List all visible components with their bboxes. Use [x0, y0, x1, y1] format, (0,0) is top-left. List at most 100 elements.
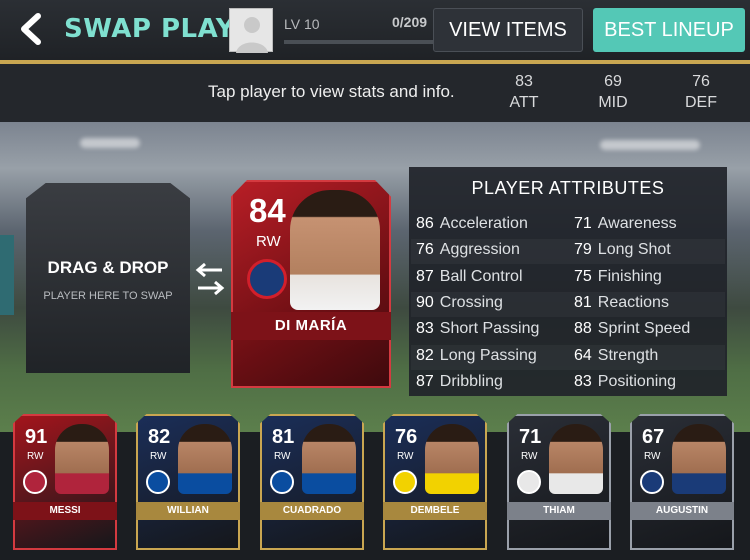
club-crest-icon	[247, 259, 287, 299]
attribute-value: 75	[574, 267, 592, 285]
attribute-right: 79 Long Shot	[574, 241, 671, 259]
club-crest-icon	[640, 470, 664, 494]
attribute-left: 83 Short Passing	[416, 320, 539, 338]
attribute-label: Crossing	[439, 293, 503, 311]
player-portrait	[302, 424, 356, 494]
player-overall: 81	[272, 426, 295, 448]
stat-label: DEF	[685, 94, 717, 111]
attribute-value: 83	[574, 372, 592, 390]
player-position: RW	[256, 233, 281, 250]
attributes-title: PLAYER ATTRIBUTES	[471, 178, 665, 198]
attribute-value: 90	[416, 293, 434, 311]
player-portrait	[672, 424, 726, 494]
attribute-value: 64	[574, 346, 592, 364]
attribute-right: 75 Finishing	[574, 268, 662, 286]
xp-progress-bar	[284, 40, 434, 44]
attribute-label: Reactions	[597, 293, 669, 311]
stat-label: ATT	[509, 94, 539, 111]
player-position: RW	[397, 451, 414, 462]
player-position: RW	[274, 451, 291, 462]
attribute-left: 87 Dribbling	[416, 373, 503, 391]
player-portrait	[55, 424, 109, 494]
player-position: RW	[27, 451, 44, 462]
swap-arrows-icon	[195, 262, 225, 296]
player-name: DI MARÍA	[231, 312, 391, 340]
xp-count: 0/209	[392, 14, 428, 30]
attribute-left: 82 Long Passing	[416, 347, 537, 365]
attribute-label: Awareness	[597, 215, 677, 232]
player-portrait	[549, 424, 603, 494]
player-overall: 84	[249, 192, 286, 229]
attribute-value: 87	[416, 267, 434, 285]
attribute-left: 90 Crossing	[416, 294, 503, 312]
drop-slot-subtitle: PLAYER HERE TO SWAP	[43, 290, 173, 302]
attribute-value: 71	[574, 215, 592, 232]
stat-label: MID	[598, 94, 628, 111]
club-crest-icon	[517, 470, 541, 494]
attribute-value: 82	[416, 346, 434, 364]
team-stat-def: 76 DEF	[676, 71, 726, 113]
back-arrow-icon[interactable]	[14, 12, 48, 46]
attribute-value: 76	[416, 241, 434, 259]
side-panel-handle[interactable]	[0, 235, 14, 315]
player-position: RW	[150, 451, 167, 462]
user-silhouette-icon	[236, 17, 268, 53]
attribute-value: 83	[416, 320, 434, 338]
attribute-left: 86 Acceleration	[416, 215, 528, 233]
attribute-label: Dribbling	[439, 372, 503, 390]
attribute-label: Acceleration	[439, 215, 528, 232]
attribute-right: 71 Awareness	[574, 215, 677, 233]
player-portrait	[425, 424, 479, 494]
view-items-button[interactable]: VIEW ITEMS	[433, 8, 583, 52]
player-name: CUADRADO	[260, 502, 364, 520]
attribute-value: 88	[574, 320, 592, 338]
player-position: RW	[521, 451, 538, 462]
attribute-value: 79	[574, 241, 592, 259]
attribute-value: 81	[574, 293, 592, 311]
attribute-label: Aggression	[439, 241, 520, 259]
attribute-label: Finishing	[597, 267, 662, 285]
player-overall: 71	[519, 426, 542, 448]
club-crest-icon	[23, 470, 47, 494]
stat-value: 83	[515, 73, 533, 90]
attribute-value: 87	[416, 372, 434, 390]
player-name: MESSI	[13, 502, 117, 520]
attribute-left: 76 Aggression	[416, 241, 520, 259]
club-crest-icon	[393, 470, 417, 494]
best-lineup-button[interactable]: BEST LINEUP	[593, 8, 745, 52]
attribute-right: 88 Sprint Speed	[574, 320, 690, 338]
floodlight	[600, 140, 700, 150]
player-overall: 82	[148, 426, 171, 448]
team-stat-att: 83 ATT	[499, 71, 549, 113]
player-overall: 76	[395, 426, 418, 448]
stat-value: 69	[604, 73, 622, 90]
attribute-right: 64 Strength	[574, 347, 658, 365]
player-name: WILLIAN	[136, 502, 240, 520]
club-crest-icon	[270, 470, 294, 494]
team-stat-mid: 69 MID	[588, 71, 638, 113]
attribute-value: 86	[416, 215, 434, 232]
stat-value: 76	[692, 73, 710, 90]
player-name: DEMBELE	[383, 502, 487, 520]
attribute-label: Ball Control	[439, 267, 523, 285]
player-name: THIAM	[507, 502, 611, 520]
attribute-label: Short Passing	[439, 320, 540, 338]
level-label: LV 10	[284, 16, 320, 32]
attribute-label: Positioning	[597, 372, 677, 390]
attribute-left: 87 Ball Control	[416, 268, 523, 286]
floodlight	[80, 138, 140, 148]
attribute-right: 83 Positioning	[574, 373, 676, 391]
avatar[interactable]	[229, 8, 273, 53]
player-portrait	[290, 190, 380, 310]
club-crest-icon	[146, 470, 170, 494]
player-portrait	[178, 424, 232, 494]
drop-slot-title: DRAG & DROP	[47, 258, 169, 277]
attribute-right: 81 Reactions	[574, 294, 669, 312]
attribute-label: Long Shot	[597, 241, 671, 259]
swap-drop-slot[interactable]	[26, 183, 190, 373]
player-overall: 67	[642, 426, 665, 448]
player-name: AUGUSTIN	[630, 502, 734, 520]
player-overall: 91	[25, 426, 48, 448]
player-position: RW	[644, 451, 661, 462]
hint-text: Tap player to view stats and info.	[208, 82, 455, 101]
